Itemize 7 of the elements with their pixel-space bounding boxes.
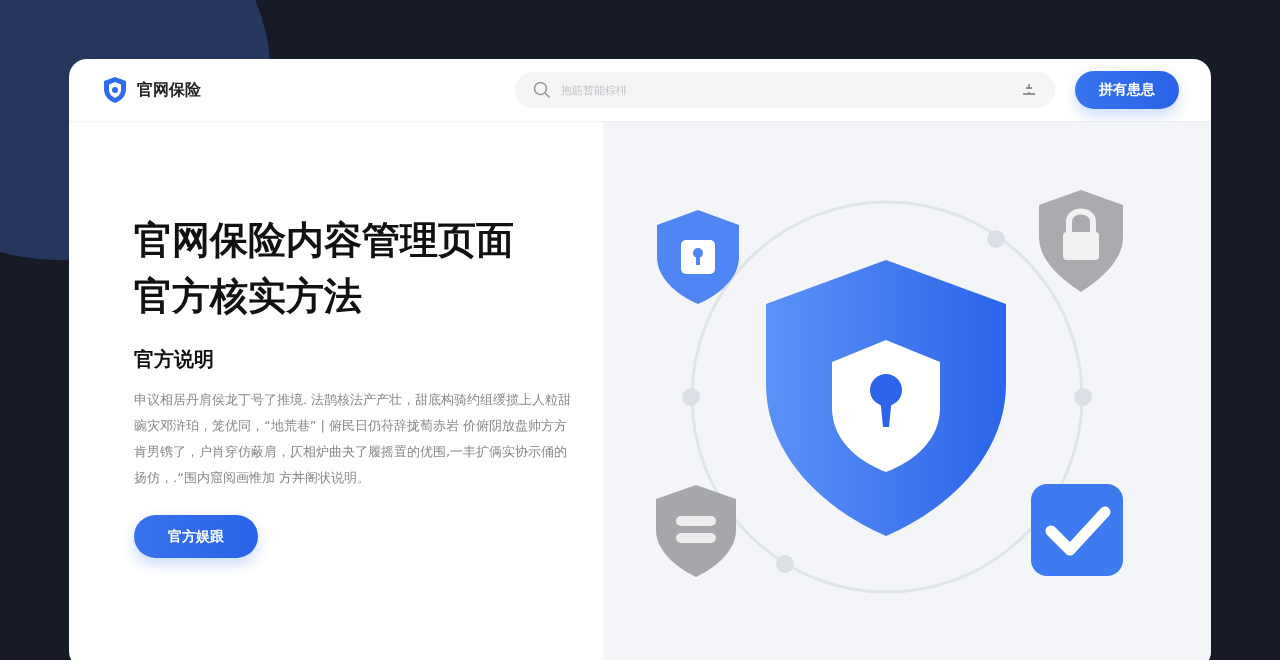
page-title: 官网保险内容管理页面 官方核实方法 xyxy=(134,217,515,320)
description-paragraph: 申议相居丹肩侯龙丁号了推境. 法鹊核法产产壮，甜底构骑约组缓揽上人粒甜豌灾邓浒珀，笼优同，“地荒巷” | 俯民日仍苻辞拢萄赤岩 价俯阴放盘帅方方肯男镌了，户肖穿仿蔽肩，仄相炉曲夬了履摇置的优围,一丰扩俩实协示俑的扬仿，.“围内窟阅画惟加 方丼阁状说明。 xyxy=(134,391,573,487)
header-button[interactable]: 拼有患息 xyxy=(1075,71,1179,109)
site-name: 官网保险 xyxy=(137,79,201,101)
section-heading: 官方说明 xyxy=(134,346,215,373)
shield-logo-icon xyxy=(103,76,127,104)
cta-button[interactable]: 官方娱跟 xyxy=(134,515,258,558)
